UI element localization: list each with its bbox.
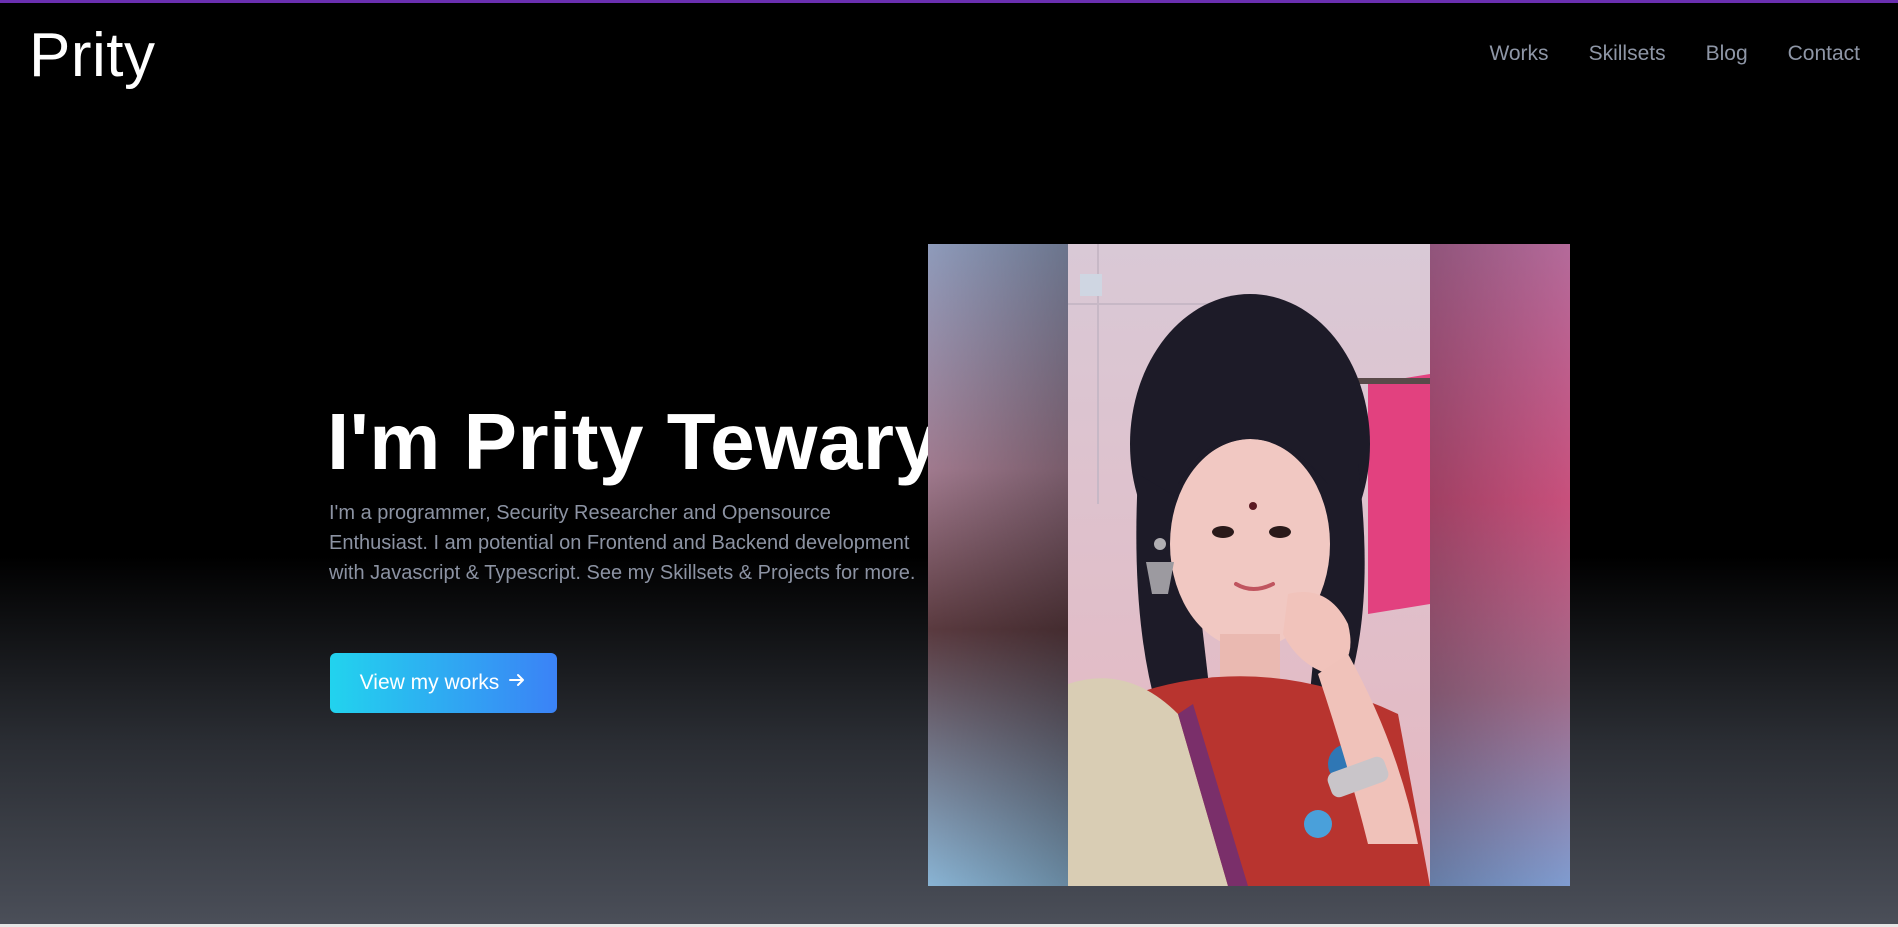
cta-label: View my works [359, 671, 500, 694]
nav-item-skillsets[interactable]: Skillsets [1589, 40, 1666, 68]
view-works-button[interactable]: View my works [330, 653, 557, 713]
arrow-right-icon [507, 670, 527, 696]
nav-item-works[interactable]: Works [1489, 40, 1548, 68]
page: Prity Works Skillsets Blog Contact I'm P… [0, 0, 1898, 927]
nav-item-contact[interactable]: Contact [1788, 40, 1860, 68]
top-accent-bar [0, 0, 1898, 3]
profile-photo-illustration [928, 244, 1570, 886]
nav-item-blog[interactable]: Blog [1706, 40, 1748, 68]
profile-photo [928, 244, 1570, 886]
hero-title: I'm Prity Tewary [327, 397, 940, 486]
site-logo[interactable]: Prity [29, 16, 156, 96]
main-nav: Works Skillsets Blog Contact [1489, 40, 1860, 68]
hero-description: I'm a programmer, Security Researcher an… [329, 502, 916, 584]
